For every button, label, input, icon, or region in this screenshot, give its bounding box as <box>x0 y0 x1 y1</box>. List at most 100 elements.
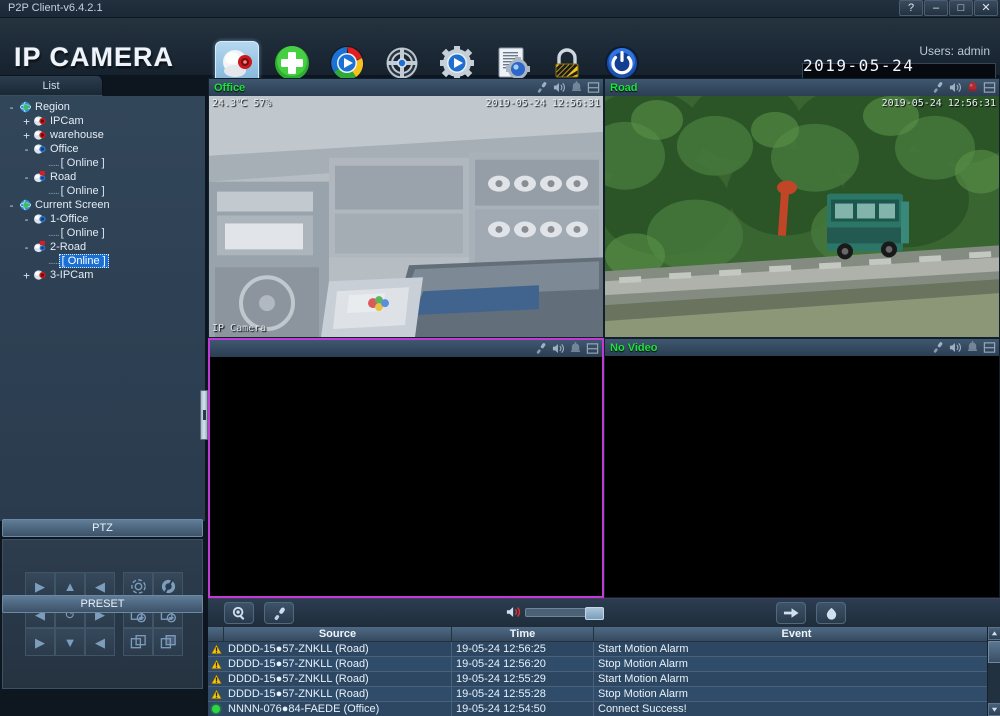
panel-icon-group <box>931 340 996 354</box>
mic-icon[interactable] <box>931 80 945 94</box>
event-row[interactable]: DDDD-15●57-ZNKLL (Road) 19-05-24 12:56:25… <box>208 642 1000 657</box>
tree-status-9[interactable]: ......[ Online ] <box>0 226 205 240</box>
bell-alarm-icon[interactable] <box>965 80 979 94</box>
column-header-source[interactable]: Source <box>224 627 452 641</box>
tree-item-warehouse[interactable]: + warehouse <box>0 128 205 142</box>
expand-toggle-icon[interactable]: + <box>21 269 32 282</box>
tree-status-6[interactable]: ......[ Online ] <box>0 184 205 198</box>
preset-section-header[interactable]: PRESET <box>2 595 203 613</box>
panel-no-video-4[interactable]: No Video <box>604 338 1000 598</box>
panel-video-surface[interactable]: 24.3℃ 57% 2019-05-24 12:56:31 IP Camera <box>209 96 603 337</box>
video-control-bar <box>208 598 1000 627</box>
snapshot-search-button[interactable] <box>224 602 254 624</box>
volume-slider-thumb[interactable] <box>585 606 604 620</box>
ptz-section-header[interactable]: PTZ <box>2 519 203 537</box>
tree-item-label: 3-IPCam <box>50 269 94 281</box>
panel-icon-group <box>534 341 599 355</box>
tree-item-road[interactable]: - Road <box>0 170 205 184</box>
mic-icon[interactable] <box>535 80 549 94</box>
speaker-icon[interactable] <box>551 341 565 355</box>
event-row[interactable]: NNNN-076●84-FAEDE (Office) 19-05-24 12:54… <box>208 702 1000 716</box>
ptz-panel: ▶ ▲ ◀ ◀ ↺ ▶ ▶ ▼ ◀ <box>2 539 203 689</box>
expand-toggle-icon[interactable]: + <box>21 129 32 142</box>
tree-item-3-ipcam[interactable]: +3-IPCam <box>0 268 205 282</box>
mic-icon[interactable] <box>931 340 945 354</box>
tree-status-label[interactable]: [ Online ] <box>61 227 105 239</box>
talk-button[interactable] <box>264 602 294 624</box>
tree-item-ipcam[interactable]: + IPCam <box>0 114 205 128</box>
event-time-cell: 19-05-24 12:54:50 <box>452 702 594 716</box>
volume-slider[interactable] <box>525 606 604 620</box>
layout-icon[interactable] <box>585 341 599 355</box>
ptz-down-right[interactable]: ◀ <box>85 628 115 656</box>
close-button[interactable]: ✕ <box>974 0 998 16</box>
panel-video-surface[interactable] <box>210 357 602 596</box>
tree-status-11[interactable]: ......[ Online ] <box>0 254 205 268</box>
event-row[interactable]: DDDD-15●57-ZNKLL (Road) 19-05-24 12:55:28… <box>208 687 1000 702</box>
ptz-down[interactable]: ▼ <box>55 628 85 656</box>
panel-video-surface[interactable]: 2019-05-24 12:56:31 <box>605 96 999 337</box>
record-button[interactable] <box>776 602 806 624</box>
event-status-cell <box>208 672 224 686</box>
event-event-cell: Start Motion Alarm <box>594 672 1000 686</box>
minimize-button[interactable]: – <box>924 0 948 16</box>
tree-item-current-screen[interactable]: - Current Screen <box>0 198 205 212</box>
zoom-out-icon[interactable] <box>153 628 183 656</box>
event-row[interactable]: DDDD-15●57-ZNKLL (Road) 19-05-24 12:56:20… <box>208 657 1000 672</box>
panel-office[interactable]: Office 24.3℃ 57% 2019-05-24 12:56:31 IP Cam… <box>208 78 604 338</box>
bell-icon[interactable] <box>568 341 582 355</box>
zoom-in-icon[interactable] <box>123 628 153 656</box>
collapse-toggle-icon[interactable]: - <box>21 241 32 254</box>
volume-icon[interactable] <box>506 605 522 619</box>
bell-icon[interactable] <box>965 340 979 354</box>
scroll-thumb[interactable] <box>988 641 1000 663</box>
panel-video-surface[interactable] <box>605 356 999 597</box>
panel-osd-watermark: IP Camera <box>212 323 267 334</box>
tree-item-region[interactable]: - Region <box>0 100 205 114</box>
collapse-toggle-icon[interactable]: - <box>6 199 17 212</box>
speaker-icon[interactable] <box>948 80 962 94</box>
speaker-icon[interactable] <box>948 340 962 354</box>
toggle-spacer <box>36 256 47 267</box>
expand-toggle-icon[interactable]: + <box>21 115 32 128</box>
tree-status-label[interactable]: [ Online ] <box>61 185 105 197</box>
layout-icon[interactable] <box>586 80 600 94</box>
event-row[interactable]: DDDD-15●57-ZNKLL (Road) 19-05-24 12:55:29… <box>208 672 1000 687</box>
layout-icon[interactable] <box>982 340 996 354</box>
scroll-down-arrow[interactable] <box>988 703 1000 716</box>
column-header-time[interactable]: Time <box>452 627 594 641</box>
capture-button[interactable] <box>816 602 846 624</box>
window-controls: ? – □ ✕ <box>899 0 998 16</box>
collapse-toggle-icon[interactable]: - <box>21 213 32 226</box>
warning-icon <box>210 673 222 684</box>
column-header-event[interactable]: Event <box>594 627 1000 641</box>
event-log-scrollbar[interactable] <box>987 627 1000 716</box>
tree-status-4[interactable]: ......[ Online ] <box>0 156 205 170</box>
sidebar-splitter-handle[interactable] <box>200 390 208 440</box>
app-title: P2P Client-v6.4.2.1 <box>8 2 103 14</box>
tree-item-office[interactable]: - Office <box>0 142 205 156</box>
scroll-up-arrow[interactable] <box>988 627 1000 640</box>
event-time-cell: 19-05-24 12:55:29 <box>452 672 594 686</box>
maximize-button[interactable]: □ <box>949 0 973 16</box>
tree-item-1-office[interactable]: - 1-Office <box>0 212 205 226</box>
tree-status-label-selected[interactable]: [ Online ] <box>58 254 109 268</box>
column-header-status[interactable] <box>208 627 224 641</box>
collapse-toggle-icon[interactable]: - <box>21 143 32 156</box>
panel-road[interactable]: Road 2019-05-24 12:56:31 <box>604 78 1000 338</box>
tree-item-label: 1-Office <box>50 213 89 225</box>
bell-icon[interactable] <box>569 80 583 94</box>
tree-status-label[interactable]: [ Online ] <box>61 157 105 169</box>
help-button[interactable]: ? <box>899 0 923 16</box>
layout-icon[interactable] <box>982 80 996 94</box>
tab-list[interactable]: List <box>0 76 103 96</box>
camera-blue-icon <box>33 213 47 225</box>
device-tree[interactable]: - Region + IPCam + warehouse - Office......[ On… <box>0 96 205 521</box>
mic-icon[interactable] <box>534 341 548 355</box>
collapse-toggle-icon[interactable]: - <box>21 171 32 184</box>
collapse-toggle-icon[interactable]: - <box>6 101 17 114</box>
panel-empty-3[interactable] <box>208 338 604 598</box>
ptz-down-left[interactable]: ▶ <box>25 628 55 656</box>
speaker-icon[interactable] <box>552 80 566 94</box>
tree-item-2-road[interactable]: - 2-Road <box>0 240 205 254</box>
